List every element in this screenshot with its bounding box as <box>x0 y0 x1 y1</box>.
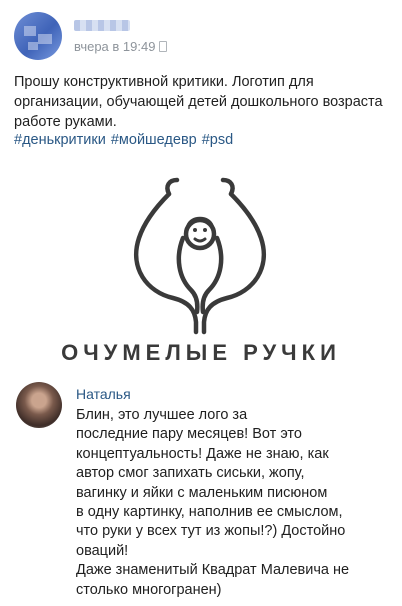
group-avatar[interactable] <box>14 12 62 60</box>
post-header: вчера в 19:49 <box>14 12 388 60</box>
post-text: Прошу конструктивной критики. Логотип дл… <box>14 74 383 130</box>
logo-right-lobe <box>201 191 267 335</box>
logo-figure <box>133 177 267 335</box>
logo-right-thumb <box>220 177 235 197</box>
mobile-icon <box>159 41 168 52</box>
post-time-label: вчера в 19:49 <box>74 39 156 54</box>
commenter-avatar[interactable] <box>16 382 62 428</box>
logo-eye-left <box>193 228 197 232</box>
logo-left-thumb <box>165 177 180 197</box>
hashtags: #денькритики #мойшедевр #psd <box>14 132 238 148</box>
logo-left-lobe <box>133 191 199 335</box>
comment-text: Блин, это лучшее лого за последние пару … <box>76 407 350 598</box>
hashtag-link[interactable]: #psd <box>202 132 233 148</box>
hashtag-link[interactable]: #мойшедевр <box>111 132 197 148</box>
hashtag-link[interactable]: #денькритики <box>14 132 106 148</box>
post-time[interactable]: вчера в 19:49 <box>74 39 168 54</box>
logo-mouth <box>193 237 207 243</box>
group-name-blurred[interactable] <box>74 20 130 31</box>
comment-author[interactable]: Наталья <box>76 386 131 402</box>
logo-wordmark: ОЧУМЕЛЫЕ РУЧКИ <box>61 340 341 365</box>
logo-eye-right <box>203 228 207 232</box>
